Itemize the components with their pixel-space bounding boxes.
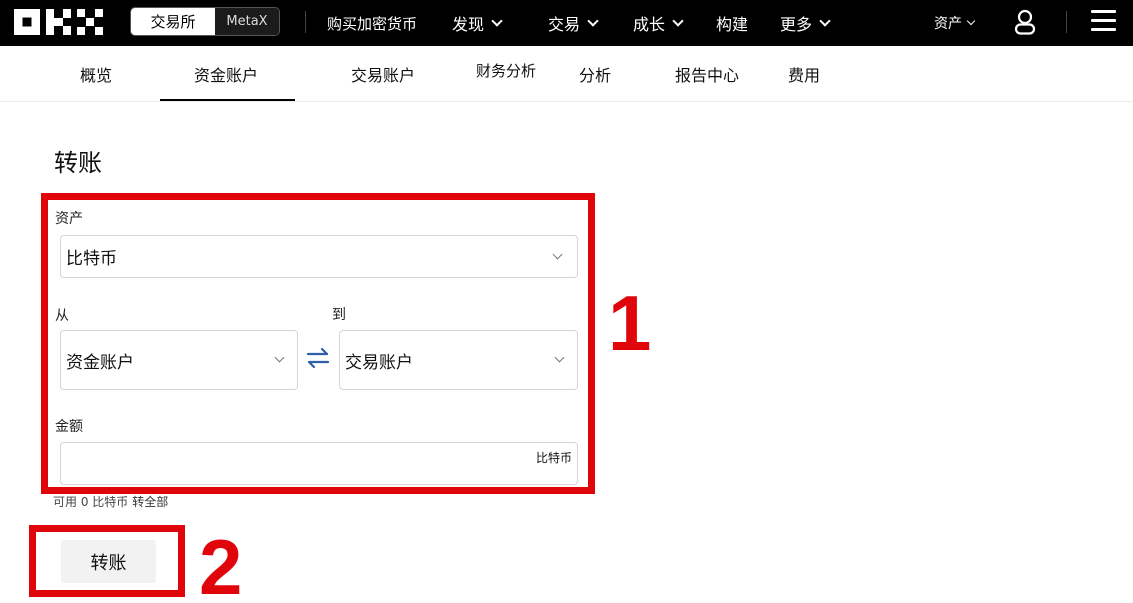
annotation-number-1: 1 xyxy=(608,279,652,367)
tab-report-center[interactable]: 报告中心 xyxy=(675,46,739,101)
tab-overview[interactable]: 概览 xyxy=(80,46,112,101)
chevron-down-icon xyxy=(672,14,684,27)
chevron-down-icon xyxy=(966,16,976,25)
page-title: 转账 xyxy=(54,149,102,177)
platform-switch: 交易所 MetaX xyxy=(130,7,280,36)
assets-menu[interactable]: 资产 xyxy=(934,0,976,46)
chevron-down-icon xyxy=(819,14,831,27)
assets-label: 资产 xyxy=(934,16,962,32)
tab-trading-account[interactable]: 交易账户 xyxy=(351,46,415,101)
transfer-all-link[interactable]: 转全部 xyxy=(132,495,168,509)
chevron-down-icon xyxy=(491,14,503,27)
nav-build[interactable]: 构建 xyxy=(716,0,748,46)
exchange-tab[interactable]: 交易所 xyxy=(131,8,215,35)
nav-trade[interactable]: 交易 xyxy=(548,0,599,46)
divider xyxy=(1066,11,1067,33)
tab-analysis[interactable]: 分析 xyxy=(579,46,611,101)
annotation-box-1 xyxy=(41,193,595,494)
metax-tab[interactable]: MetaX xyxy=(215,8,279,35)
account-subnav: 概览 资金账户 交易账户 财务分析 分析 报告中心 费用 xyxy=(0,46,1133,102)
annotation-box-2 xyxy=(29,525,185,597)
nav-label: 更多 xyxy=(780,15,813,34)
okx-logo[interactable] xyxy=(14,9,104,35)
tab-financial-analysis[interactable]: 财务分析 xyxy=(476,43,536,98)
tab-fees[interactable]: 费用 xyxy=(788,46,820,101)
top-navigation-bar: 交易所 MetaX 购买加密货币 发现 交易 成长 构建 更多 资产 xyxy=(0,0,1133,46)
hamburger-menu-icon[interactable] xyxy=(1091,10,1116,33)
nav-label: 交易 xyxy=(548,15,581,34)
nav-label: 构建 xyxy=(716,15,749,34)
annotation-number-2: 2 xyxy=(199,523,243,603)
nav-more[interactable]: 更多 xyxy=(780,0,831,46)
nav-label: 成长 xyxy=(633,15,666,34)
nav-label: 购买加密货币 xyxy=(327,14,418,33)
tab-funding-account[interactable]: 资金账户 xyxy=(159,46,296,101)
nav-discover[interactable]: 发现 xyxy=(452,0,503,46)
available-balance: 可用 0 比特币 转全部 xyxy=(53,493,168,510)
user-icon[interactable] xyxy=(1012,9,1038,35)
available-text: 可用 0 比特币 xyxy=(53,495,129,509)
nav-buy-crypto[interactable]: 购买加密货币 xyxy=(327,0,417,46)
nav-label: 发现 xyxy=(452,15,485,34)
divider xyxy=(305,11,306,33)
nav-grow[interactable]: 成长 xyxy=(633,0,684,46)
chevron-down-icon xyxy=(587,14,599,27)
